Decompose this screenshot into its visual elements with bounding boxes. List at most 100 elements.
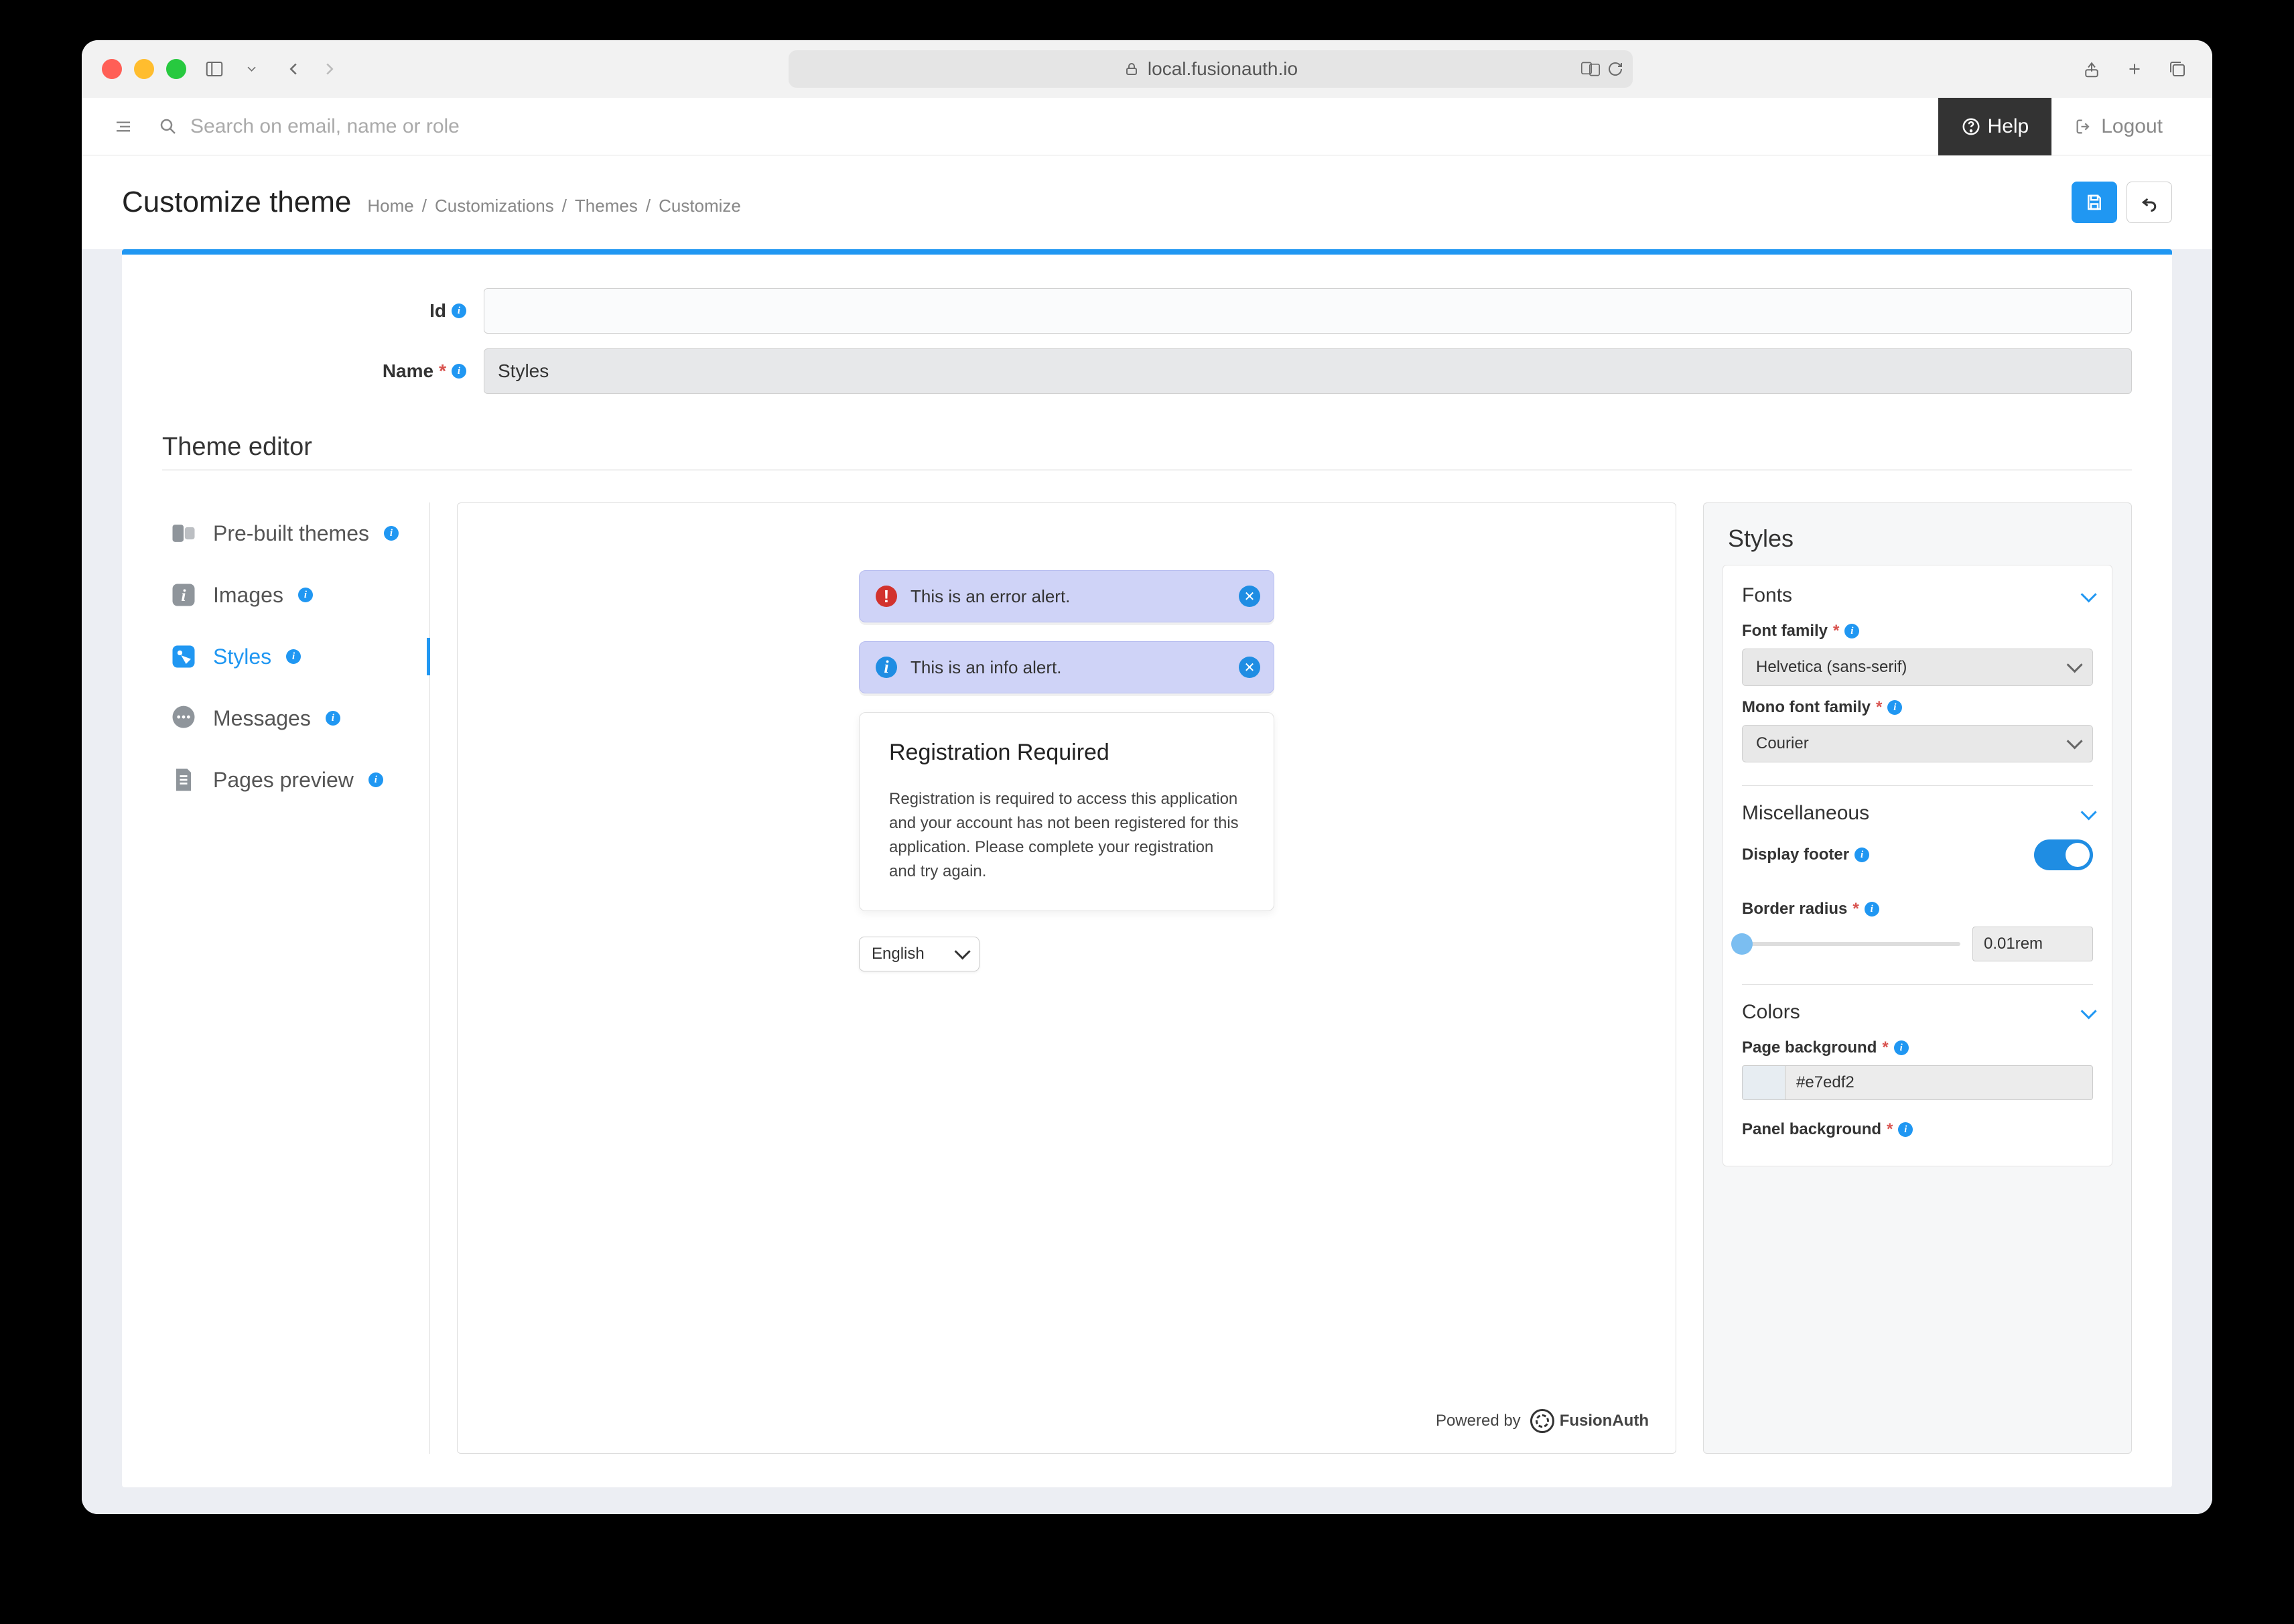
mono-font-select[interactable]: Courier — [1742, 725, 2093, 762]
info-icon[interactable]: i — [1865, 902, 1879, 917]
page-bg-value[interactable]: #e7edf2 — [1785, 1065, 2093, 1100]
info-alert-text: This is an info alert. — [910, 657, 1061, 678]
misc-heading: Miscellaneous — [1742, 802, 1869, 825]
id-input[interactable] — [484, 288, 2132, 334]
new-tab-icon[interactable] — [2120, 54, 2149, 84]
traffic-lights — [102, 59, 186, 79]
panel-bg-label: Panel background*i — [1742, 1120, 2093, 1139]
theme-editor-heading: Theme editor — [162, 433, 2132, 470]
font-family-value: Helvetica (sans-serif) — [1756, 658, 1907, 677]
sidebar-item-label: Messages — [213, 706, 311, 731]
question-icon — [1961, 117, 1981, 137]
maximize-window-button[interactable] — [166, 59, 186, 79]
help-label: Help — [1988, 115, 2029, 138]
logout-icon — [2074, 117, 2093, 136]
border-radius-label: Border radius*i — [1742, 900, 2093, 919]
brand-name: FusionAuth — [1560, 1412, 1649, 1430]
chevron-down-icon — [2082, 584, 2093, 607]
info-icon[interactable]: i — [452, 303, 466, 318]
crumb-current: Customize — [659, 196, 741, 216]
help-button[interactable]: Help — [1938, 98, 2052, 155]
info-icon[interactable]: i — [1887, 700, 1902, 715]
info-icon[interactable]: i — [1898, 1122, 1913, 1137]
share-icon[interactable] — [2077, 54, 2106, 84]
search-input[interactable] — [190, 115, 592, 138]
sidebar-item-prebuilt-themes[interactable]: Pre-built themes i — [162, 502, 423, 564]
page-bg-input[interactable]: #e7edf2 — [1742, 1065, 2093, 1100]
info-icon: i — [326, 711, 340, 726]
error-alert-text: This is an error alert. — [910, 586, 1070, 607]
back-button[interactable] — [2127, 182, 2172, 223]
registration-title: Registration Required — [889, 740, 1244, 766]
crumb-home[interactable]: Home — [367, 196, 413, 216]
font-family-select[interactable]: Helvetica (sans-serif) — [1742, 649, 2093, 686]
sidebar-toggle-icon[interactable] — [109, 112, 138, 141]
sidebar-item-styles[interactable]: Styles i — [162, 626, 423, 687]
styles-pane-title: Styles — [1704, 503, 2131, 565]
info-icon[interactable]: i — [1844, 624, 1859, 638]
tabs-icon[interactable] — [2163, 54, 2192, 84]
images-icon: i — [169, 580, 198, 610]
themes-icon — [169, 519, 198, 548]
info-icon[interactable]: i — [452, 364, 466, 379]
info-icon[interactable]: i — [1894, 1040, 1909, 1055]
sidebar-icon[interactable] — [200, 54, 229, 84]
mono-font-value: Courier — [1756, 734, 1809, 753]
styles-pane: Styles Fonts Font family*i Helvetica (sa… — [1703, 502, 2132, 1454]
fusionauth-logo: FusionAuth — [1530, 1409, 1649, 1433]
app-body: Idi Name*i Theme editor Pre-built themes… — [82, 249, 2212, 1514]
logout-button[interactable]: Logout — [2051, 98, 2185, 155]
info-alert: i This is an info alert. ✕ — [859, 641, 1274, 693]
sidebar-item-label: Pre-built themes — [213, 521, 369, 546]
sidebar-item-label: Pages preview — [213, 768, 354, 793]
color-swatch[interactable] — [1742, 1065, 1785, 1100]
info-icon[interactable]: i — [1854, 848, 1869, 862]
url-text: local.fusionauth.io — [1148, 58, 1298, 80]
misc-section-header[interactable]: Miscellaneous — [1742, 802, 2093, 825]
reload-icon[interactable] — [1607, 61, 1623, 77]
close-window-button[interactable] — [102, 59, 122, 79]
pages-icon — [169, 765, 198, 795]
app-topbar: Help Logout — [82, 98, 2212, 155]
language-select[interactable]: English — [859, 937, 980, 971]
sidebar-item-label: Styles — [213, 645, 271, 669]
border-radius-slider[interactable] — [1742, 942, 1960, 946]
chevron-down-icon — [955, 945, 967, 963]
border-radius-value[interactable]: 0.01rem — [1972, 927, 2093, 961]
colors-section-header[interactable]: Colors — [1742, 1001, 2093, 1024]
styles-icon — [169, 642, 198, 671]
font-family-label: Font family*i — [1742, 622, 2093, 640]
error-icon: ! — [876, 586, 897, 607]
page-header: Customize theme Home/ Customizations/ Th… — [82, 155, 2212, 249]
crumb-customizations[interactable]: Customizations — [435, 196, 554, 216]
save-button[interactable] — [2072, 182, 2117, 223]
display-footer-label: Display footeri — [1742, 845, 1869, 864]
info-icon: i — [876, 657, 897, 678]
chevron-down-icon — [2082, 802, 2093, 825]
chevron-down-icon — [2068, 658, 2079, 677]
chevron-down-icon[interactable] — [243, 54, 259, 84]
powered-by-label: Powered by — [1436, 1412, 1521, 1430]
fonts-section-header[interactable]: Fonts — [1742, 584, 2093, 607]
back-button[interactable] — [279, 54, 308, 84]
sidebar-item-images[interactable]: i Images i — [162, 564, 423, 626]
chevron-down-icon — [2082, 1001, 2093, 1024]
url-bar[interactable]: local.fusionauth.io — [789, 50, 1633, 88]
display-footer-toggle[interactable] — [2034, 839, 2093, 870]
sidebar-item-pages-preview[interactable]: Pages preview i — [162, 749, 423, 811]
close-icon[interactable]: ✕ — [1239, 657, 1260, 678]
registration-card: Registration Required Registration is re… — [859, 712, 1274, 911]
slider-thumb[interactable] — [1731, 933, 1753, 955]
preview-pane: ! This is an error alert. ✕ i This is an… — [457, 502, 1676, 1454]
close-icon[interactable]: ✕ — [1239, 586, 1260, 607]
language-value: English — [872, 945, 925, 963]
forward-button[interactable] — [315, 54, 344, 84]
id-row: Idi — [162, 288, 2132, 334]
registration-body: Registration is required to access this … — [889, 787, 1244, 884]
browser-chrome: local.fusionauth.io — [82, 40, 2212, 98]
name-input[interactable] — [484, 348, 2132, 394]
crumb-themes[interactable]: Themes — [575, 196, 638, 216]
translate-icon[interactable] — [1580, 61, 1601, 77]
minimize-window-button[interactable] — [134, 59, 154, 79]
sidebar-item-messages[interactable]: Messages i — [162, 687, 423, 749]
